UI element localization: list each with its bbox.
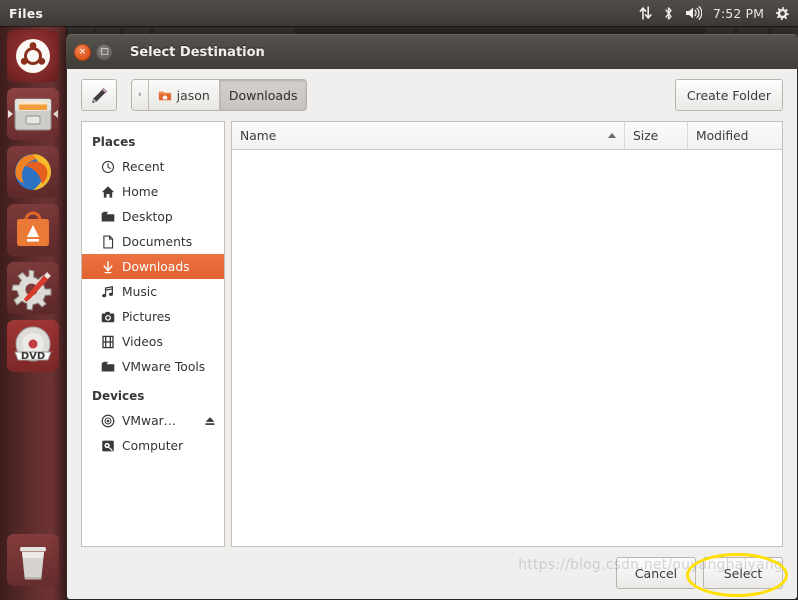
volume-icon[interactable] xyxy=(685,6,702,20)
sidebar-item-label: VMwar… xyxy=(122,413,176,428)
home-folder-icon xyxy=(158,91,171,101)
house-icon xyxy=(100,184,115,199)
create-folder-button[interactable]: Create Folder xyxy=(674,79,783,111)
launcher-item-dvd[interactable]: DVD xyxy=(7,320,59,372)
dialog-action-bar: https://blog.csdn.net/ouyanghaiyang Canc… xyxy=(67,547,797,599)
music-note-icon xyxy=(100,284,115,299)
disc-icon xyxy=(100,413,115,428)
breadcrumb: ‹ jason Downloads xyxy=(131,79,308,111)
select-button[interactable]: Select xyxy=(703,557,783,589)
launcher-item-firefox[interactable] xyxy=(7,146,59,198)
pencil-icon xyxy=(91,87,107,103)
launcher-item-trash[interactable] xyxy=(7,534,59,586)
dialog-body: ‹ jason Downloads Create Folder Places R… xyxy=(66,69,798,600)
sidebar-item-computer[interactable]: Computer xyxy=(82,433,224,458)
sidebar-item-label: Home xyxy=(122,184,159,199)
document-icon xyxy=(100,234,115,249)
sidebar-heading-devices: Devices xyxy=(92,389,145,403)
file-list-pane: Name Size Modified xyxy=(231,121,783,547)
sidebar-item-pictures[interactable]: Pictures xyxy=(82,304,224,329)
top-panel: Files 7:52 PM xyxy=(0,0,798,26)
sidebar-item-label: VMware Tools xyxy=(122,359,206,374)
maximize-icon[interactable]: □ xyxy=(96,43,113,61)
panel-clock[interactable]: 7:52 PM xyxy=(713,6,764,21)
network-icon[interactable] xyxy=(639,6,652,20)
dialog-title: Select Destination xyxy=(130,44,265,60)
film-icon xyxy=(100,334,115,349)
eject-icon[interactable] xyxy=(204,415,216,427)
sidebar-item-videos[interactable]: Videos xyxy=(82,329,224,354)
sidebar-item-vmware-tools[interactable]: VMware Tools xyxy=(82,354,224,379)
camera-icon xyxy=(100,309,115,324)
panel-app-title[interactable]: Files xyxy=(9,6,43,21)
svg-text:DVD: DVD xyxy=(21,351,45,362)
computer-icon xyxy=(100,438,115,453)
sidebar-item-label: Pictures xyxy=(122,309,171,324)
edit-location-button[interactable] xyxy=(81,79,117,111)
download-arrow-icon xyxy=(100,259,115,274)
panel-indicator-area: 7:52 PM xyxy=(639,6,798,21)
launcher-focused-arrow xyxy=(53,110,58,118)
sidebar-item-documents[interactable]: Documents xyxy=(82,229,224,254)
launcher-item-files[interactable] xyxy=(7,88,59,140)
breadcrumb-label: jason xyxy=(176,87,210,103)
column-header-name[interactable]: Name xyxy=(232,122,625,149)
sidebar-item-label: Music xyxy=(122,284,157,299)
sidebar-item-desktop[interactable]: Desktop xyxy=(82,204,224,229)
sidebar-item-label: Desktop xyxy=(122,209,173,224)
breadcrumb-item-downloads[interactable]: Downloads xyxy=(219,80,307,110)
launcher-item-system-settings[interactable] xyxy=(7,262,59,314)
dialog-content: Places Recent Home Desktop Documents Dow… xyxy=(67,121,797,547)
column-header-modified[interactable]: Modified xyxy=(688,122,782,149)
sidebar-item-downloads[interactable]: Downloads xyxy=(82,254,224,279)
sidebar-item-label: Downloads xyxy=(122,259,190,274)
clock-icon xyxy=(100,159,115,174)
gear-icon[interactable] xyxy=(775,6,790,21)
places-sidebar: Places Recent Home Desktop Documents Dow… xyxy=(81,121,225,547)
column-header-size[interactable]: Size xyxy=(625,122,688,149)
sidebar-item-vmware-disc[interactable]: VMwar… xyxy=(82,408,224,433)
breadcrumb-back-button[interactable]: ‹ xyxy=(132,80,149,110)
folder-icon xyxy=(100,359,115,374)
sidebar-item-home[interactable]: Home xyxy=(82,179,224,204)
sidebar-item-label: Computer xyxy=(122,438,184,453)
column-header-label: Name xyxy=(240,128,277,143)
dialog-toolbar: ‹ jason Downloads Create Folder xyxy=(67,69,797,121)
folder-icon xyxy=(100,209,115,224)
unity-launcher: DVD xyxy=(0,26,67,600)
sidebar-item-label: Recent xyxy=(122,159,165,174)
cancel-button[interactable]: Cancel xyxy=(616,557,696,589)
breadcrumb-label: Downloads xyxy=(228,87,298,103)
sidebar-item-music[interactable]: Music xyxy=(82,279,224,304)
sort-ascending-icon xyxy=(608,133,616,138)
file-list-header: Name Size Modified xyxy=(232,122,782,150)
launcher-item-ubuntu-software[interactable] xyxy=(7,204,59,256)
breadcrumb-item-jason[interactable]: jason xyxy=(148,80,220,110)
sidebar-item-label: Videos xyxy=(122,334,163,349)
sidebar-item-label: Documents xyxy=(122,234,193,249)
launcher-running-arrow xyxy=(8,110,13,118)
close-icon[interactable]: × xyxy=(74,43,91,61)
sidebar-item-recent[interactable]: Recent xyxy=(82,154,224,179)
dialog-titlebar[interactable]: × □ Select Destination xyxy=(66,34,798,69)
file-list-empty-area[interactable] xyxy=(232,150,782,546)
column-header-label: Modified xyxy=(696,128,749,143)
column-header-label: Size xyxy=(633,128,659,143)
select-destination-dialog: × □ Select Destination ‹ jason Downloads… xyxy=(66,34,798,600)
launcher-item-ubuntu-dash[interactable] xyxy=(7,30,59,82)
sidebar-heading-places: Places xyxy=(92,135,136,149)
bluetooth-icon[interactable] xyxy=(663,6,674,21)
